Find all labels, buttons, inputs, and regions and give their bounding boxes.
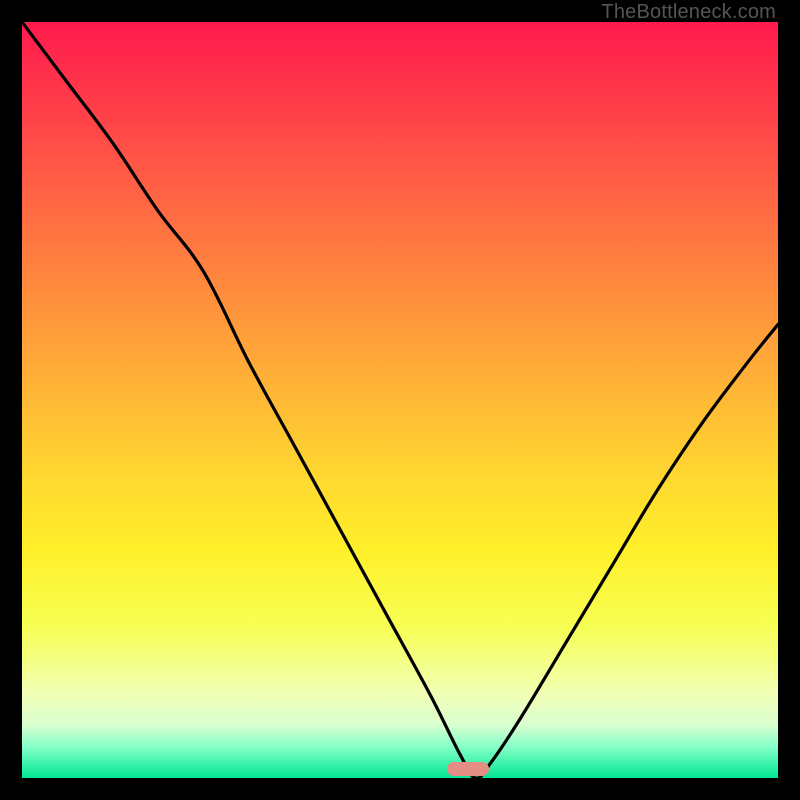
watermark-text: TheBottleneck.com (601, 1, 776, 24)
optimal-marker (447, 762, 489, 776)
plot-area (22, 22, 778, 778)
bottleneck-curve (22, 22, 778, 778)
chart-frame: TheBottleneck.com (0, 0, 800, 800)
